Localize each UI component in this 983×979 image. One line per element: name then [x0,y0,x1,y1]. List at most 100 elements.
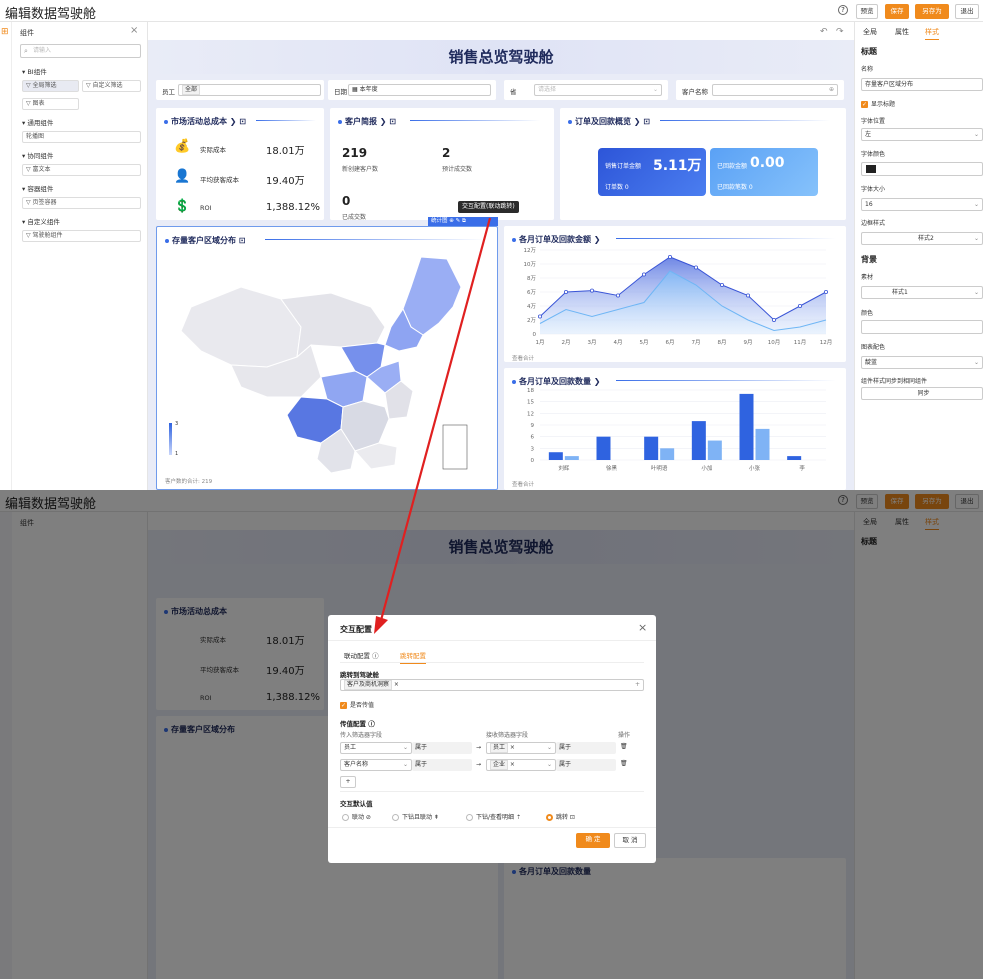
stat-label: 预计成交数 [442,166,473,173]
section-custom[interactable]: ▾ 自定义组件 [22,216,60,226]
tab-style[interactable]: 样式 [925,27,939,40]
bar[interactable] [564,456,579,460]
search-icon: ⊕ [828,86,834,93]
employee-select[interactable]: 全部 [178,84,321,96]
bar[interactable] [548,452,563,460]
bar[interactable] [787,456,802,460]
chip-chart[interactable]: ▽ 图表 [22,98,79,110]
order-card[interactable]: 订单及回款概览 ❯ ⊡ 销售订单金额 5.11万 订单数 0 已回款金额 0.0… [560,108,846,220]
chip-global-filter[interactable]: ▽ 全局筛选 [22,80,79,92]
tab-global[interactable]: 全局 [863,27,877,37]
confirm-button[interactable]: 确 定 [576,833,610,848]
data-point[interactable] [538,314,543,319]
bar[interactable] [660,448,675,460]
data-point[interactable] [590,288,595,293]
font-size-select[interactable]: 16 ⌄ [861,198,983,211]
source-field-select[interactable]: 员工 ⌄ [340,742,412,754]
bar[interactable] [596,436,611,460]
cancel-button[interactable]: 取 消 [614,833,646,848]
data-point[interactable] [616,293,621,298]
count-bar-chart[interactable]: 0 3 6 9 12 15 18 刘辉 徐黑 叶明语 小加 小张 李 [504,386,846,478]
data-point[interactable] [823,290,828,295]
option-drill-detail[interactable]: 下钻/查看明细 ⇡ [466,812,521,821]
font-color-picker[interactable] [861,162,983,176]
jump-label: 跳转到驾驶舱 [340,671,379,679]
search-input[interactable]: ⌕ 请输入 [20,44,141,58]
customer-card[interactable]: 客户简报 ❯ ⊡ 219 新创建客户数 2 预计成交数 0 已成交数 [330,108,554,221]
data-point[interactable] [564,290,569,295]
paid-amount-card[interactable]: 已回款金额 0.00 已回款笔数 0 [710,148,818,196]
save-as-button[interactable]: 另存为 [915,4,949,19]
sync-label: 组件样式同步到相同组件 [861,378,928,385]
province-select[interactable]: 请选择 ⌄ [534,84,662,96]
tab-linkage[interactable]: 联动配置 ⓘ [344,650,379,660]
sync-button[interactable]: 同步 [861,387,983,400]
target-field-select[interactable]: 员工 × ⌄ [486,742,556,754]
close-icon[interactable]: × [638,621,647,634]
jump-target-select[interactable]: 客户及商机洞察 × + [340,679,644,691]
sales-amount-card[interactable]: 销售订单金额 5.11万 订单数 0 [598,148,706,196]
grid-icon[interactable]: ⊞ [1,27,9,37]
undo-icon[interactable]: ↶ [820,27,828,37]
data-point[interactable] [667,254,672,259]
delete-icon[interactable]: 🗑 [620,760,628,767]
border-select[interactable]: 样式2 ⌄ [861,232,983,245]
option-drill-link[interactable]: 下钻且联动 ⇞ [392,812,439,821]
name-input[interactable]: 存量客户区域分布 [861,78,983,91]
delete-icon[interactable]: 🗑 [620,743,628,750]
date-select[interactable]: ▦ 本年度 [348,84,491,96]
count-footer[interactable]: 查看合计 [512,480,534,488]
section-bi[interactable]: ▾ BI组件 [22,66,47,76]
data-point[interactable] [641,272,646,277]
exit-button[interactable]: 退出 [955,4,979,19]
component-toolbar[interactable]: 统计图 ⊕ ✎ ⧉ [428,217,498,226]
target-field-select[interactable]: 企业 × ⌄ [486,759,556,771]
map-card[interactable]: 存量客户区域分布 ⊡ 3 1 客户数的合计: 219 [156,226,498,490]
source-field-select[interactable]: 客户名称 ⌄ [340,759,412,771]
bar[interactable] [691,421,706,460]
data-point[interactable] [693,265,698,270]
amount-footer[interactable]: 查看合计 [512,354,534,362]
save-button[interactable]: 保存 [885,4,909,19]
close-icon[interactable]: × [130,25,138,36]
data-point[interactable] [797,304,802,309]
amount-area-chart[interactable]: 0 2万 4万 6万 8万 10万 12万 1月 2月 3月 4月 5月 6月 7月 8月 9月 10月 11月 1… [504,244,846,354]
chip-cockpit[interactable]: ▽ 驾驶舱组件 [22,230,141,242]
material-select[interactable]: 样式1 ⌄ [861,286,983,299]
chip-richtext[interactable]: ▽ 富文本 [22,164,141,176]
pass-value-checkbox[interactable]: ✓ 是否传值 [340,700,374,709]
section-collab[interactable]: ▾ 协同组件 [22,150,53,160]
amount-card[interactable]: 各月订单及回款金额 ❯ 0 2万 4万 6万 8万 10万 12万 1月 2月 3月 4月 5月 6月 7… [504,226,846,362]
chip-custom-filter[interactable]: ▽ 自定义筛选 [82,80,141,92]
bar[interactable] [644,436,659,460]
stat-value: 2 [442,146,451,160]
option-linkage[interactable]: 联动 ⊘ [342,812,371,821]
data-point[interactable] [771,318,776,323]
bg-title: 背景 [861,255,877,264]
font-pos-select[interactable]: 左 ⌄ [861,128,983,141]
bar[interactable] [707,440,722,460]
tab-property[interactable]: 属性 [895,27,909,37]
preview-button[interactable]: 预览 [856,4,878,19]
section-general[interactable]: ▾ 通用组件 [22,117,53,127]
cost-card[interactable]: 市场活动总成本 ❯ ⊡ 💰 实际成本 18.01万 👤 平均获客成本 19.40万 💲 R… [156,108,324,220]
option-jump[interactable]: 跳转 ⊡ [546,812,575,821]
top-bar: 编辑数据驾驶舱 ? 预览 保存 另存为 退出 [0,0,983,22]
data-point[interactable] [745,293,750,298]
count-card[interactable]: 各月订单及回款数量 ❯ 0 3 6 9 12 15 18 刘辉 徐黑 叶明语 小加 小张李 查看合计 [504,368,846,490]
chip-tab-container[interactable]: ▽ 页签容器 [22,197,141,209]
help-icon[interactable]: ? [838,5,848,15]
customer-input[interactable]: ⊕ [712,84,838,96]
section-container[interactable]: ▾ 容器组件 [22,183,53,193]
data-point[interactable] [719,283,724,288]
color-picker[interactable] [861,320,983,334]
china-map[interactable] [171,247,471,479]
add-row-button[interactable]: + [340,776,356,788]
chip-carousel[interactable]: 轮播图 [22,131,141,143]
bar[interactable] [755,428,770,460]
font-pos-label: 字体位置 [861,118,886,125]
show-title-checkbox[interactable]: ✓ 显示标题 [861,99,895,108]
redo-icon[interactable]: ↷ [836,27,844,37]
chart-color-select[interactable]: 靛蓝 ⌄ [861,356,983,369]
bar[interactable] [739,393,754,460]
